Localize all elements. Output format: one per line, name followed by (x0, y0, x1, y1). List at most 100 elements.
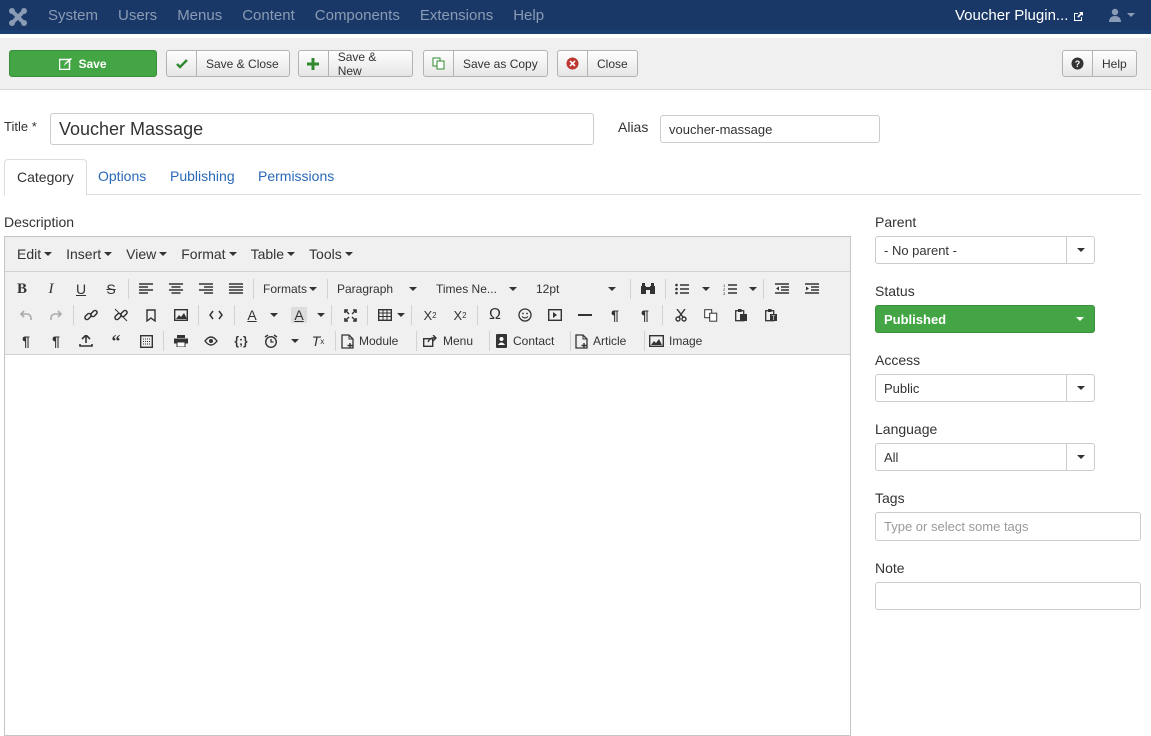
help-button[interactable]: ? Help (1062, 50, 1137, 77)
upload-icon[interactable] (75, 330, 97, 352)
italic-icon[interactable]: I (40, 278, 62, 300)
template-icon[interactable] (135, 330, 157, 352)
strikethrough-icon[interactable]: S (100, 278, 122, 300)
superscript-icon[interactable]: X2 (449, 304, 471, 326)
bookmark-icon[interactable] (140, 304, 162, 326)
editor-menu-view[interactable]: View (119, 246, 174, 262)
menu-users[interactable]: Users (108, 0, 167, 32)
horizontal-rule-icon[interactable] (574, 304, 596, 326)
redo-icon[interactable] (45, 304, 67, 326)
tab-permissions[interactable]: Permissions (246, 159, 346, 195)
parent-select[interactable]: - No parent - (875, 236, 1095, 264)
font-family-select[interactable]: Times Ne... (432, 278, 521, 300)
chevron-down-icon[interactable] (270, 313, 278, 317)
status-select[interactable]: Published (875, 305, 1095, 333)
numbered-list-icon[interactable]: 123 (719, 278, 741, 300)
bold-icon[interactable]: B (11, 278, 33, 300)
save-copy-label: Save as Copy (463, 56, 538, 71)
insert-image-button[interactable]: Image (649, 330, 711, 352)
rtl-icon[interactable]: ¶ (634, 304, 656, 326)
alias-input[interactable]: voucher-massage (660, 115, 880, 143)
title-input[interactable]: Voucher Massage (50, 113, 594, 145)
code-sample-icon[interactable]: {;} (230, 330, 252, 352)
insert-module-button[interactable]: Module (341, 330, 411, 352)
align-justify-icon[interactable] (225, 278, 247, 300)
editor-menu-format[interactable]: Format (174, 246, 243, 262)
image-icon[interactable] (170, 304, 192, 326)
note-input[interactable] (875, 582, 1141, 610)
clear-formatting-icon[interactable]: Tx (307, 330, 329, 352)
close-button[interactable]: Close (557, 50, 638, 77)
paste-text-icon[interactable]: T (760, 304, 782, 326)
user-menu[interactable] (1108, 8, 1135, 22)
align-center-icon[interactable] (165, 278, 187, 300)
save-button[interactable]: Save (9, 50, 157, 77)
chevron-down-icon[interactable] (397, 313, 405, 317)
formats-label: Formats (263, 282, 308, 296)
find-replace-icon[interactable] (637, 278, 659, 300)
print-icon[interactable] (170, 330, 192, 352)
text-color-icon[interactable]: A (241, 304, 263, 326)
save-new-button[interactable]: Save & New (298, 50, 413, 78)
editor-menu-tools[interactable]: Tools (302, 246, 360, 262)
indent-icon[interactable] (801, 278, 823, 300)
menu-content[interactable]: Content (232, 0, 305, 32)
menu-help[interactable]: Help (503, 0, 554, 32)
tab-category[interactable]: Category (4, 159, 87, 196)
special-character-icon[interactable]: Ω (484, 304, 506, 326)
ltr-icon[interactable]: ¶ (604, 304, 626, 326)
language-value: All (884, 449, 899, 465)
insert-contact-button[interactable]: Contact (495, 330, 565, 352)
save-close-button[interactable]: Save & Close (166, 50, 290, 77)
link-icon[interactable] (80, 304, 102, 326)
undo-icon[interactable] (15, 304, 37, 326)
code-icon[interactable] (205, 304, 227, 326)
font-size-select[interactable]: 12pt (532, 278, 620, 300)
block-format-select[interactable]: Paragraph (333, 278, 421, 300)
menu-system[interactable]: System (38, 0, 108, 32)
chevron-down-icon[interactable] (291, 339, 299, 343)
insert-menu-button[interactable]: Menu (423, 330, 483, 352)
access-select[interactable]: Public (875, 374, 1095, 402)
menu-extensions[interactable]: Extensions (410, 0, 503, 32)
outdent-icon[interactable] (771, 278, 793, 300)
paste-icon[interactable] (730, 304, 752, 326)
editor-menu-edit[interactable]: Edit (10, 246, 59, 262)
tab-options[interactable]: Options (86, 159, 158, 195)
fullscreen-icon[interactable] (339, 304, 361, 326)
menu-components[interactable]: Components (305, 0, 410, 32)
unlink-icon[interactable] (110, 304, 132, 326)
save-copy-button[interactable]: Save as Copy (423, 50, 548, 77)
background-color-icon[interactable]: A (288, 304, 310, 326)
tab-publishing[interactable]: Publishing (158, 159, 247, 195)
insert-datetime-icon[interactable] (260, 330, 282, 352)
cut-icon[interactable] (670, 304, 692, 326)
align-right-icon[interactable] (195, 278, 217, 300)
visual-chars-icon[interactable]: ¶ (45, 330, 67, 352)
joomla-logo-icon[interactable] (8, 7, 28, 27)
emoticons-icon[interactable] (514, 304, 536, 326)
editor-menu-insert[interactable]: Insert (59, 246, 119, 262)
preview-icon[interactable] (200, 330, 222, 352)
menu-menus[interactable]: Menus (167, 0, 232, 32)
subscript-icon[interactable]: X2 (419, 304, 441, 326)
copy-icon[interactable] (700, 304, 722, 326)
chevron-down-icon[interactable] (749, 287, 757, 291)
tags-input[interactable]: Type or select some tags (875, 512, 1141, 541)
editor-content-area[interactable] (5, 355, 850, 735)
blockquote-icon[interactable]: “ (105, 330, 127, 352)
align-left-icon[interactable] (135, 278, 157, 300)
table-icon[interactable] (374, 304, 396, 326)
media-icon[interactable] (544, 304, 566, 326)
chevron-down-icon[interactable] (702, 287, 710, 291)
insert-article-button[interactable]: Article (575, 330, 639, 352)
editor-menu-table[interactable]: Table (244, 246, 302, 262)
block-format-label: Paragraph (337, 282, 394, 296)
show-blocks-icon[interactable]: ¶ (15, 330, 37, 352)
chevron-down-icon[interactable] (317, 313, 325, 317)
formats-dropdown[interactable]: Formats (259, 278, 321, 300)
bullet-list-icon[interactable] (671, 278, 693, 300)
site-link[interactable]: Voucher Plugin... (955, 0, 1084, 32)
language-select[interactable]: All (875, 443, 1095, 471)
underline-icon[interactable]: U (70, 278, 92, 300)
